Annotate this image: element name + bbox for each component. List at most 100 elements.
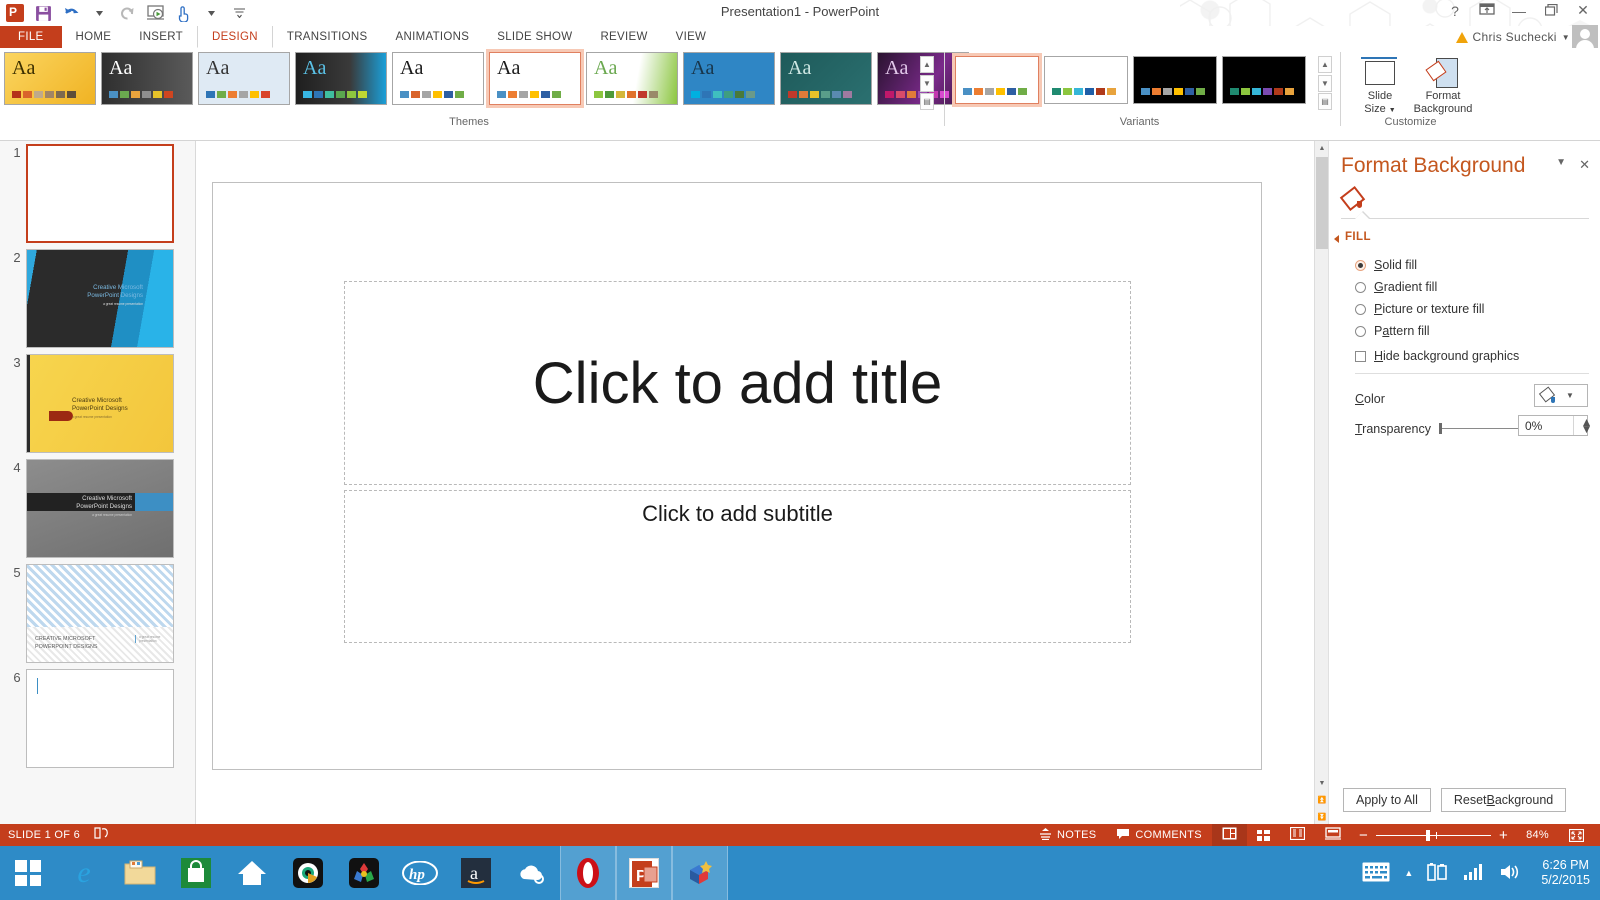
reset-background-button[interactable]: Reset Background [1440, 788, 1567, 812]
solid-fill-option[interactable]: Solid fill [1355, 258, 1417, 272]
list-item[interactable]: 2 Creative Microsoft PowerPoint Designs a… [0, 246, 195, 351]
variant-item-0[interactable] [952, 53, 1042, 107]
variant-item-1[interactable] [1044, 56, 1128, 104]
picture-texture-fill-option[interactable]: Picture or texture fill [1355, 302, 1484, 316]
start-button[interactable] [0, 846, 56, 900]
subtitle-placeholder[interactable]: Click to add subtitle [344, 490, 1131, 643]
variant-item-3[interactable] [1222, 56, 1306, 104]
color-picker-button[interactable]: ▼ [1534, 384, 1588, 407]
theme-item-0[interactable]: Aa [4, 52, 96, 105]
panel-options-caret-icon[interactable]: ▼ [1556, 157, 1566, 168]
language-icon[interactable] [94, 827, 109, 843]
pattern-fill-radio[interactable] [1355, 325, 1366, 337]
taskbar-hp[interactable]: hp [392, 846, 448, 900]
slide-canvas[interactable]: Click to add title Click to add subtitle [212, 182, 1262, 770]
stepper-arrows[interactable]: ▲ ▼ [1573, 416, 1592, 435]
theme-item-8[interactable]: Aa [780, 52, 872, 105]
tab-slide-show[interactable]: SLIDE SHOW [483, 26, 586, 48]
fill-section-header[interactable]: FILL [1345, 231, 1371, 243]
hide-background-graphics-option[interactable]: Hide background graphics [1355, 349, 1519, 363]
slide-thumb-2[interactable]: Creative Microsoft PowerPoint Designs a g… [26, 249, 174, 348]
panel-close-icon[interactable]: ✕ [1579, 157, 1590, 173]
color-dropdown-icon[interactable]: ▼ [1566, 391, 1574, 400]
zoom-level[interactable]: 84% [1516, 829, 1559, 841]
theme-item-6[interactable]: Aa [586, 52, 678, 105]
themes-gallery[interactable]: Aa Aa Aa Aa Aa Aa Aa Aa Aa Aa [4, 49, 969, 108]
account-dropdown-icon[interactable]: ▼ [1562, 33, 1570, 42]
slide-thumb-4[interactable]: Creative Microsoft PowerPoint Designs a g… [26, 459, 174, 558]
minimize-button[interactable]: — [1510, 3, 1528, 19]
zoom-out-button[interactable]: − [1359, 827, 1368, 844]
comments-button[interactable]: COMMENTS [1106, 824, 1212, 846]
paint-bucket-icon[interactable] [1341, 187, 1365, 211]
taskbar-windows-store[interactable] [168, 846, 224, 900]
slide-indicator[interactable]: SLIDE 1 OF 6 [8, 829, 80, 841]
slide-thumb-3[interactable]: Creative Microsoft PowerPoint Designs a g… [26, 354, 174, 453]
variants-gallery[interactable] [952, 53, 1306, 107]
zoom-track[interactable] [1376, 829, 1492, 841]
tab-file[interactable]: FILE [0, 26, 62, 48]
taskbar-3d-app[interactable] [672, 846, 728, 900]
solid-fill-radio[interactable] [1355, 259, 1366, 271]
theme-item-4[interactable]: Aa [392, 52, 484, 105]
fit-slide-to-window-icon[interactable] [1559, 824, 1594, 846]
zoom-slider[interactable]: − + [1351, 827, 1516, 844]
gradient-fill-radio[interactable] [1355, 281, 1366, 293]
themes-scroll-buttons[interactable]: ▲ ▼ ▤ [920, 56, 934, 110]
themes-scroll-up-icon[interactable]: ▲ [920, 56, 934, 73]
ribbon-display-options-icon[interactable] [1478, 2, 1496, 19]
taskbar-home[interactable] [224, 846, 280, 900]
volume-icon[interactable] [1499, 863, 1521, 884]
transparency-stepper[interactable]: 0% ▲ ▼ [1518, 415, 1592, 436]
list-item[interactable]: 1 [0, 141, 195, 246]
taskbar-powerpoint[interactable]: P [616, 846, 672, 900]
theme-item-1[interactable]: Aa [101, 52, 193, 105]
list-item[interactable]: 3 Creative Microsoft PowerPoint Designs a… [0, 351, 195, 456]
taskbar-media-player[interactable] [280, 846, 336, 900]
slide-area-scrollbar[interactable]: ▲ ▼ ⏫ ⏬ [1314, 141, 1329, 824]
reading-view-button[interactable] [1280, 824, 1315, 846]
theme-item-5[interactable]: Aa [486, 49, 584, 108]
list-item[interactable]: 5 CREATIVE MICROSOFT POWERPOINT DESIGNS a… [0, 561, 195, 666]
zoom-in-button[interactable]: + [1499, 827, 1508, 844]
variants-more-icon[interactable]: ▤ [1318, 93, 1332, 110]
notes-button[interactable]: NOTES [1029, 824, 1106, 846]
scrollbar-thumb[interactable] [1316, 157, 1328, 249]
restore-button[interactable] [1542, 3, 1560, 19]
normal-view-button[interactable] [1211, 824, 1247, 846]
theme-item-7[interactable]: Aa [683, 52, 775, 105]
fill-section-expander-icon[interactable] [1334, 235, 1339, 243]
taskbar-internet-explorer[interactable]: e [56, 846, 112, 900]
picture-texture-fill-radio[interactable] [1355, 303, 1366, 315]
taskbar-opera[interactable] [560, 846, 616, 900]
tab-review[interactable]: REVIEW [586, 26, 661, 48]
show-hidden-icons-button[interactable]: ▲ [1404, 868, 1413, 878]
tab-view[interactable]: VIEW [662, 26, 721, 48]
help-icon[interactable]: ? [1446, 3, 1464, 19]
tab-home[interactable]: HOME [62, 26, 126, 48]
theme-item-3[interactable]: Aa [295, 52, 387, 105]
slide-size-button[interactable]: Slide Size ▼ [1349, 56, 1411, 117]
taskbar-apps-puzzle[interactable] [336, 846, 392, 900]
variants-scroll-up-icon[interactable]: ▲ [1318, 56, 1332, 73]
tab-design[interactable]: DESIGN [196, 26, 273, 48]
variants-scroll-buttons[interactable]: ▲ ▼ ▤ [1318, 56, 1332, 110]
title-placeholder[interactable]: Click to add title [344, 281, 1131, 485]
scroll-up-icon[interactable]: ▲ [1315, 141, 1329, 155]
themes-more-icon[interactable]: ▤ [920, 93, 934, 110]
taskbar-cloud-drive[interactable] [504, 846, 560, 900]
theme-item-2[interactable]: Aa [198, 52, 290, 105]
gradient-fill-option[interactable]: Gradient fill [1355, 280, 1437, 294]
variant-item-2[interactable] [1133, 56, 1217, 104]
battery-icon[interactable] [1427, 862, 1449, 885]
pattern-fill-option[interactable]: Pattern fill [1355, 324, 1430, 338]
tab-transitions[interactable]: TRANSITIONS [273, 26, 382, 48]
list-item[interactable]: 4 Creative Microsoft PowerPoint Designs a… [0, 456, 195, 561]
slide-thumbnail-pane[interactable]: 1 2 Creative Microsoft PowerPoint Designs… [0, 141, 196, 824]
list-item[interactable]: 6 [0, 666, 195, 771]
hide-background-graphics-checkbox[interactable] [1355, 350, 1366, 362]
apply-to-all-button[interactable]: Apply to All [1343, 788, 1431, 812]
slide-thumb-1[interactable] [26, 144, 174, 243]
tab-animations[interactable]: ANIMATIONS [382, 26, 484, 48]
clock[interactable]: 6:26 PM 5/2/2015 [1535, 858, 1590, 888]
